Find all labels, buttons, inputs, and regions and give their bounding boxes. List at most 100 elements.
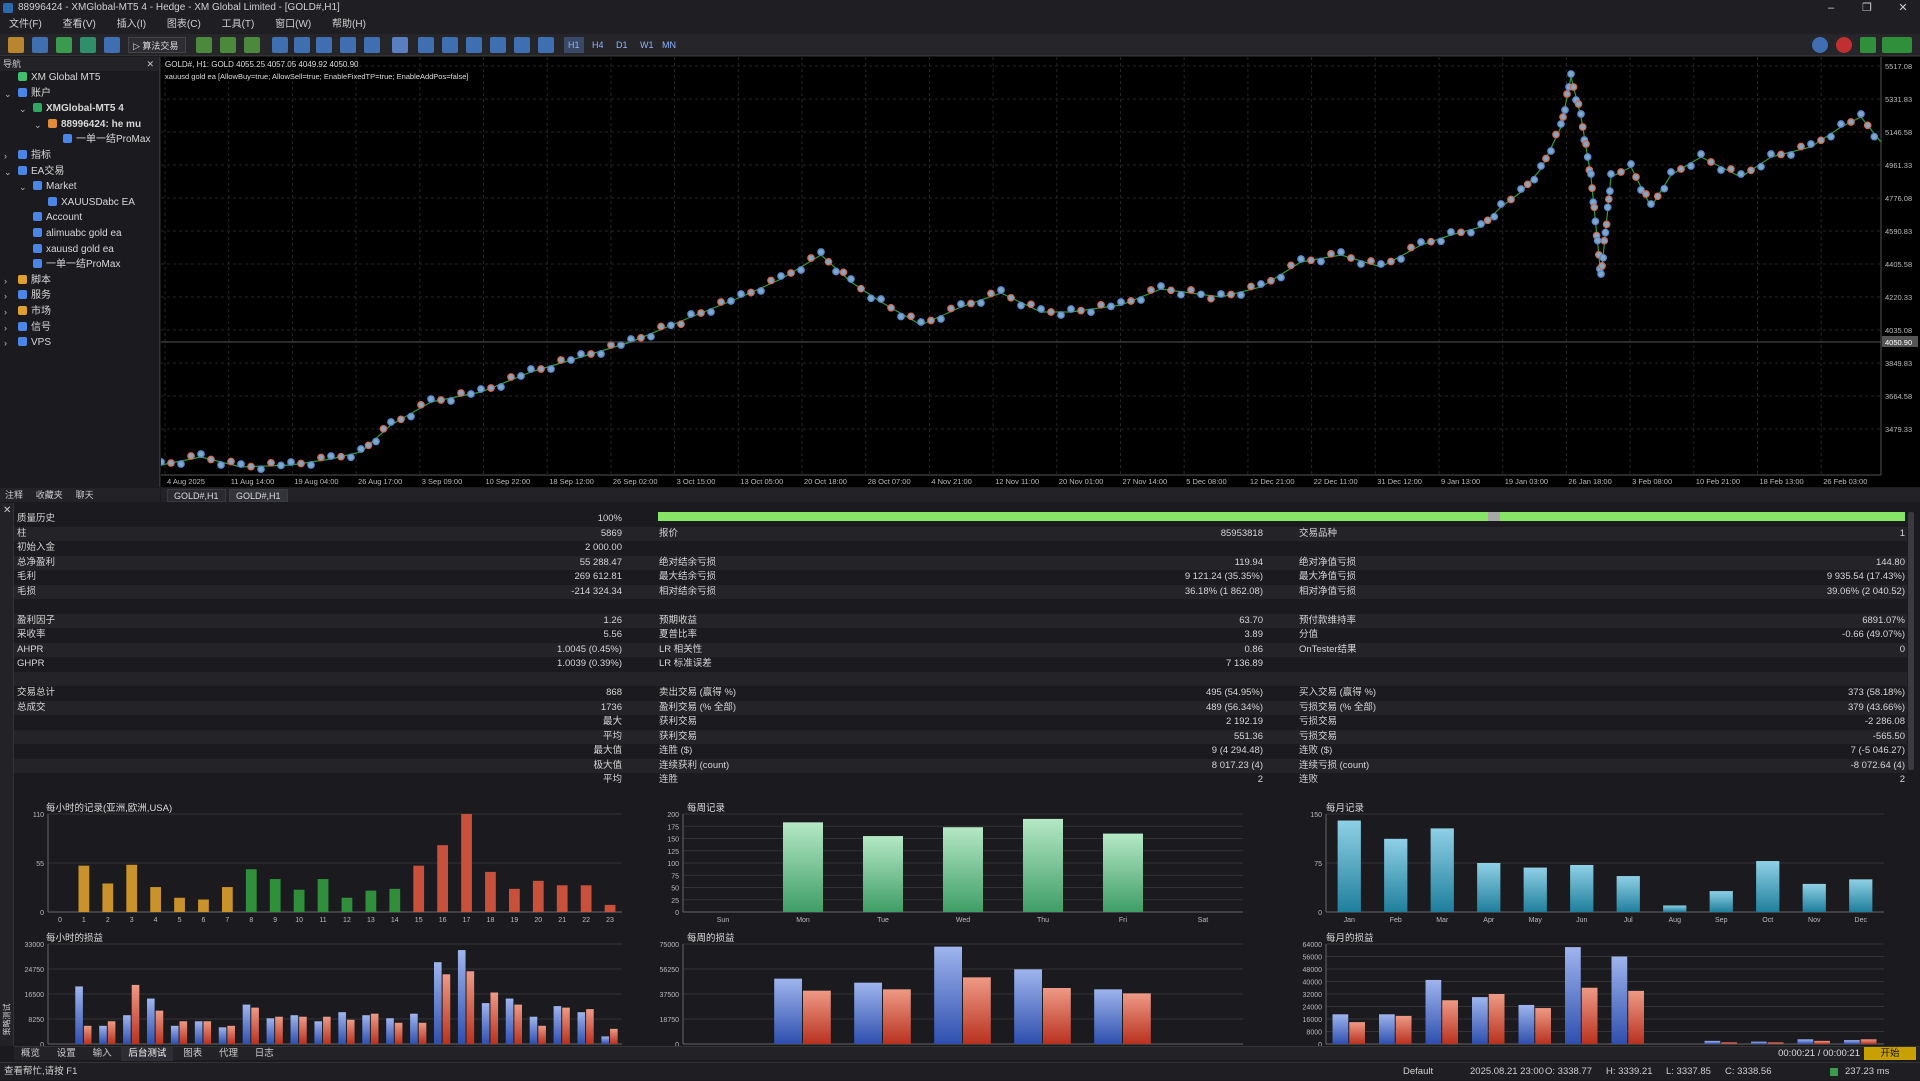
navigator-item[interactable]: 指标 <box>18 149 51 163</box>
tab-favorites[interactable]: 收藏夹 <box>31 488 68 502</box>
expand-caret[interactable]: ⌄ <box>4 165 12 179</box>
trendline-icon[interactable] <box>442 37 458 53</box>
zoom-in-icon[interactable] <box>272 37 288 53</box>
navigator-item[interactable]: xauusd gold ea <box>33 243 114 257</box>
gann-icon[interactable] <box>514 37 530 53</box>
expand-caret[interactable]: ⌄ <box>19 180 27 194</box>
new-order-icon[interactable] <box>56 37 72 53</box>
tab-chat[interactable]: 聊天 <box>71 488 99 502</box>
navigator-item[interactable]: XAUUSDabc EA <box>48 196 135 210</box>
trade-marker <box>364 441 373 450</box>
minimize-icon[interactable]: – <box>1816 0 1846 16</box>
fibonacci-icon[interactable] <box>490 37 506 53</box>
notifications-icon[interactable] <box>1836 37 1852 53</box>
maximize-icon[interactable]: ❐ <box>1852 0 1882 16</box>
price-chart[interactable]: 5517.08 5331.83 5146.58 4961.33 4776.08 4590.… <box>161 57 1920 487</box>
close-icon[interactable]: ✕ <box>3 505 11 516</box>
navigator-item[interactable]: 88996424: he mu <box>48 118 141 132</box>
navigator-item[interactable]: VPS <box>18 336 51 350</box>
menu-view[interactable]: 查看(V) <box>54 16 105 34</box>
chart-tab[interactable]: GOLD#,H1 <box>229 489 288 502</box>
navigator-item[interactable]: Account <box>33 211 82 225</box>
menu-help[interactable]: 帮助(H) <box>323 16 375 34</box>
cursor-icon[interactable] <box>392 37 408 53</box>
menu-window[interactable]: 窗口(W) <box>266 16 320 34</box>
navigator-item[interactable]: XMGlobal-MT5 4 <box>33 102 124 116</box>
bar-chart-icon[interactable] <box>196 37 212 53</box>
tab-backtest[interactable]: 后台测试 <box>121 1047 174 1061</box>
menu-charts[interactable]: 图表(C) <box>158 16 210 34</box>
trade-marker <box>1559 113 1567 121</box>
chart-tab[interactable]: GOLD#,H1 <box>167 489 226 502</box>
price-tick-label: 3479.33 <box>1885 425 1912 434</box>
report-value: 269 612.81 <box>574 571 622 582</box>
close-icon[interactable]: ✕ <box>146 57 154 71</box>
navigator-item[interactable]: 信号 <box>18 321 51 335</box>
expand-caret[interactable]: › <box>4 305 7 319</box>
autoscroll-icon[interactable] <box>340 37 356 53</box>
expand-caret[interactable]: › <box>4 274 7 288</box>
tab-graph[interactable]: 图表 <box>176 1047 209 1061</box>
tab-overview[interactable]: 概览 <box>14 1047 47 1061</box>
expand-caret[interactable]: ⌄ <box>19 102 27 116</box>
grid-icon[interactable] <box>316 37 332 53</box>
zoom-out-icon[interactable] <box>294 37 310 53</box>
y-tick-label: 8250 <box>28 1017 44 1024</box>
line-chart-icon[interactable] <box>244 37 260 53</box>
tf-h1[interactable]: H1 <box>564 37 584 53</box>
profit-bar <box>1014 969 1042 1044</box>
trade-marker <box>1307 256 1315 265</box>
tab-settings[interactable]: 设置 <box>50 1047 83 1061</box>
expand-caret[interactable]: ⌄ <box>34 118 42 132</box>
channel-icon[interactable] <box>466 37 482 53</box>
expand-caret[interactable]: › <box>4 336 7 350</box>
menu-insert[interactable]: 插入(I) <box>108 16 155 34</box>
profiles-icon[interactable] <box>32 37 48 53</box>
navigator-item[interactable]: 账户 <box>18 87 51 101</box>
loss-bar <box>883 989 911 1044</box>
tab-inputs[interactable]: 输入 <box>86 1047 119 1061</box>
close-icon[interactable]: ✕ <box>1888 0 1918 16</box>
expand-caret[interactable]: › <box>4 321 7 335</box>
chart-shift-icon[interactable] <box>364 37 380 53</box>
shapes-icon[interactable] <box>538 37 554 53</box>
tab-comments[interactable]: 注释 <box>0 488 28 502</box>
tf-w1[interactable]: W1 <box>636 37 658 53</box>
navigator-item[interactable]: XM Global MT5 <box>18 71 100 85</box>
candlestick-icon[interactable] <box>220 37 236 53</box>
price-chart-canvas[interactable]: 5517.08 5331.83 5146.58 4961.33 4776.08 4590.… <box>161 57 1920 487</box>
expand-caret[interactable]: › <box>4 149 7 163</box>
new-chart-icon[interactable] <box>8 37 24 53</box>
algo-trading-button[interactable]: ▷ 算法交易 <box>128 37 186 53</box>
trade-marker <box>347 453 355 462</box>
tf-mn[interactable]: MN <box>658 37 680 53</box>
navigator-item[interactable]: alimuabc gold ea <box>33 227 122 241</box>
navigator-item[interactable]: 一单一结ProMax <box>33 258 120 272</box>
trade-marker <box>1582 140 1590 148</box>
expand-caret[interactable]: › <box>4 289 7 303</box>
start-button[interactable]: 开始 <box>1864 1047 1916 1060</box>
menu-file[interactable]: 文件(F) <box>0 16 51 34</box>
trade-marker <box>1347 254 1355 262</box>
strategy-tester-icon[interactable] <box>104 37 120 53</box>
navigator-item[interactable]: 脚本 <box>18 274 51 288</box>
navigator-item[interactable]: 服务 <box>18 289 51 303</box>
navigator-item[interactable]: Market <box>33 180 77 194</box>
expand-caret[interactable]: ⌄ <box>4 87 12 101</box>
search-icon[interactable] <box>1812 37 1828 53</box>
navigator-item[interactable]: EA交易 <box>18 165 64 179</box>
tab-journal[interactable]: 日志 <box>248 1047 281 1061</box>
account-icon[interactable] <box>1860 37 1876 53</box>
tf-d1[interactable]: D1 <box>612 37 632 53</box>
current-price-tag: 4050.90 <box>1882 336 1918 347</box>
navigator-item[interactable]: 市场 <box>18 305 51 319</box>
tab-agents[interactable]: 代理 <box>212 1047 245 1061</box>
trade-marker <box>647 332 655 341</box>
settings-icon[interactable] <box>80 37 96 53</box>
report-value: 1.0045 (0.45%) <box>557 643 622 655</box>
menu-tools[interactable]: 工具(T) <box>213 16 264 34</box>
navigator-item[interactable]: 一单一结ProMax <box>63 133 150 147</box>
tf-h4[interactable]: H4 <box>588 37 608 53</box>
report-scrollbar[interactable] <box>1908 512 1914 770</box>
crosshair-icon[interactable] <box>418 37 434 53</box>
